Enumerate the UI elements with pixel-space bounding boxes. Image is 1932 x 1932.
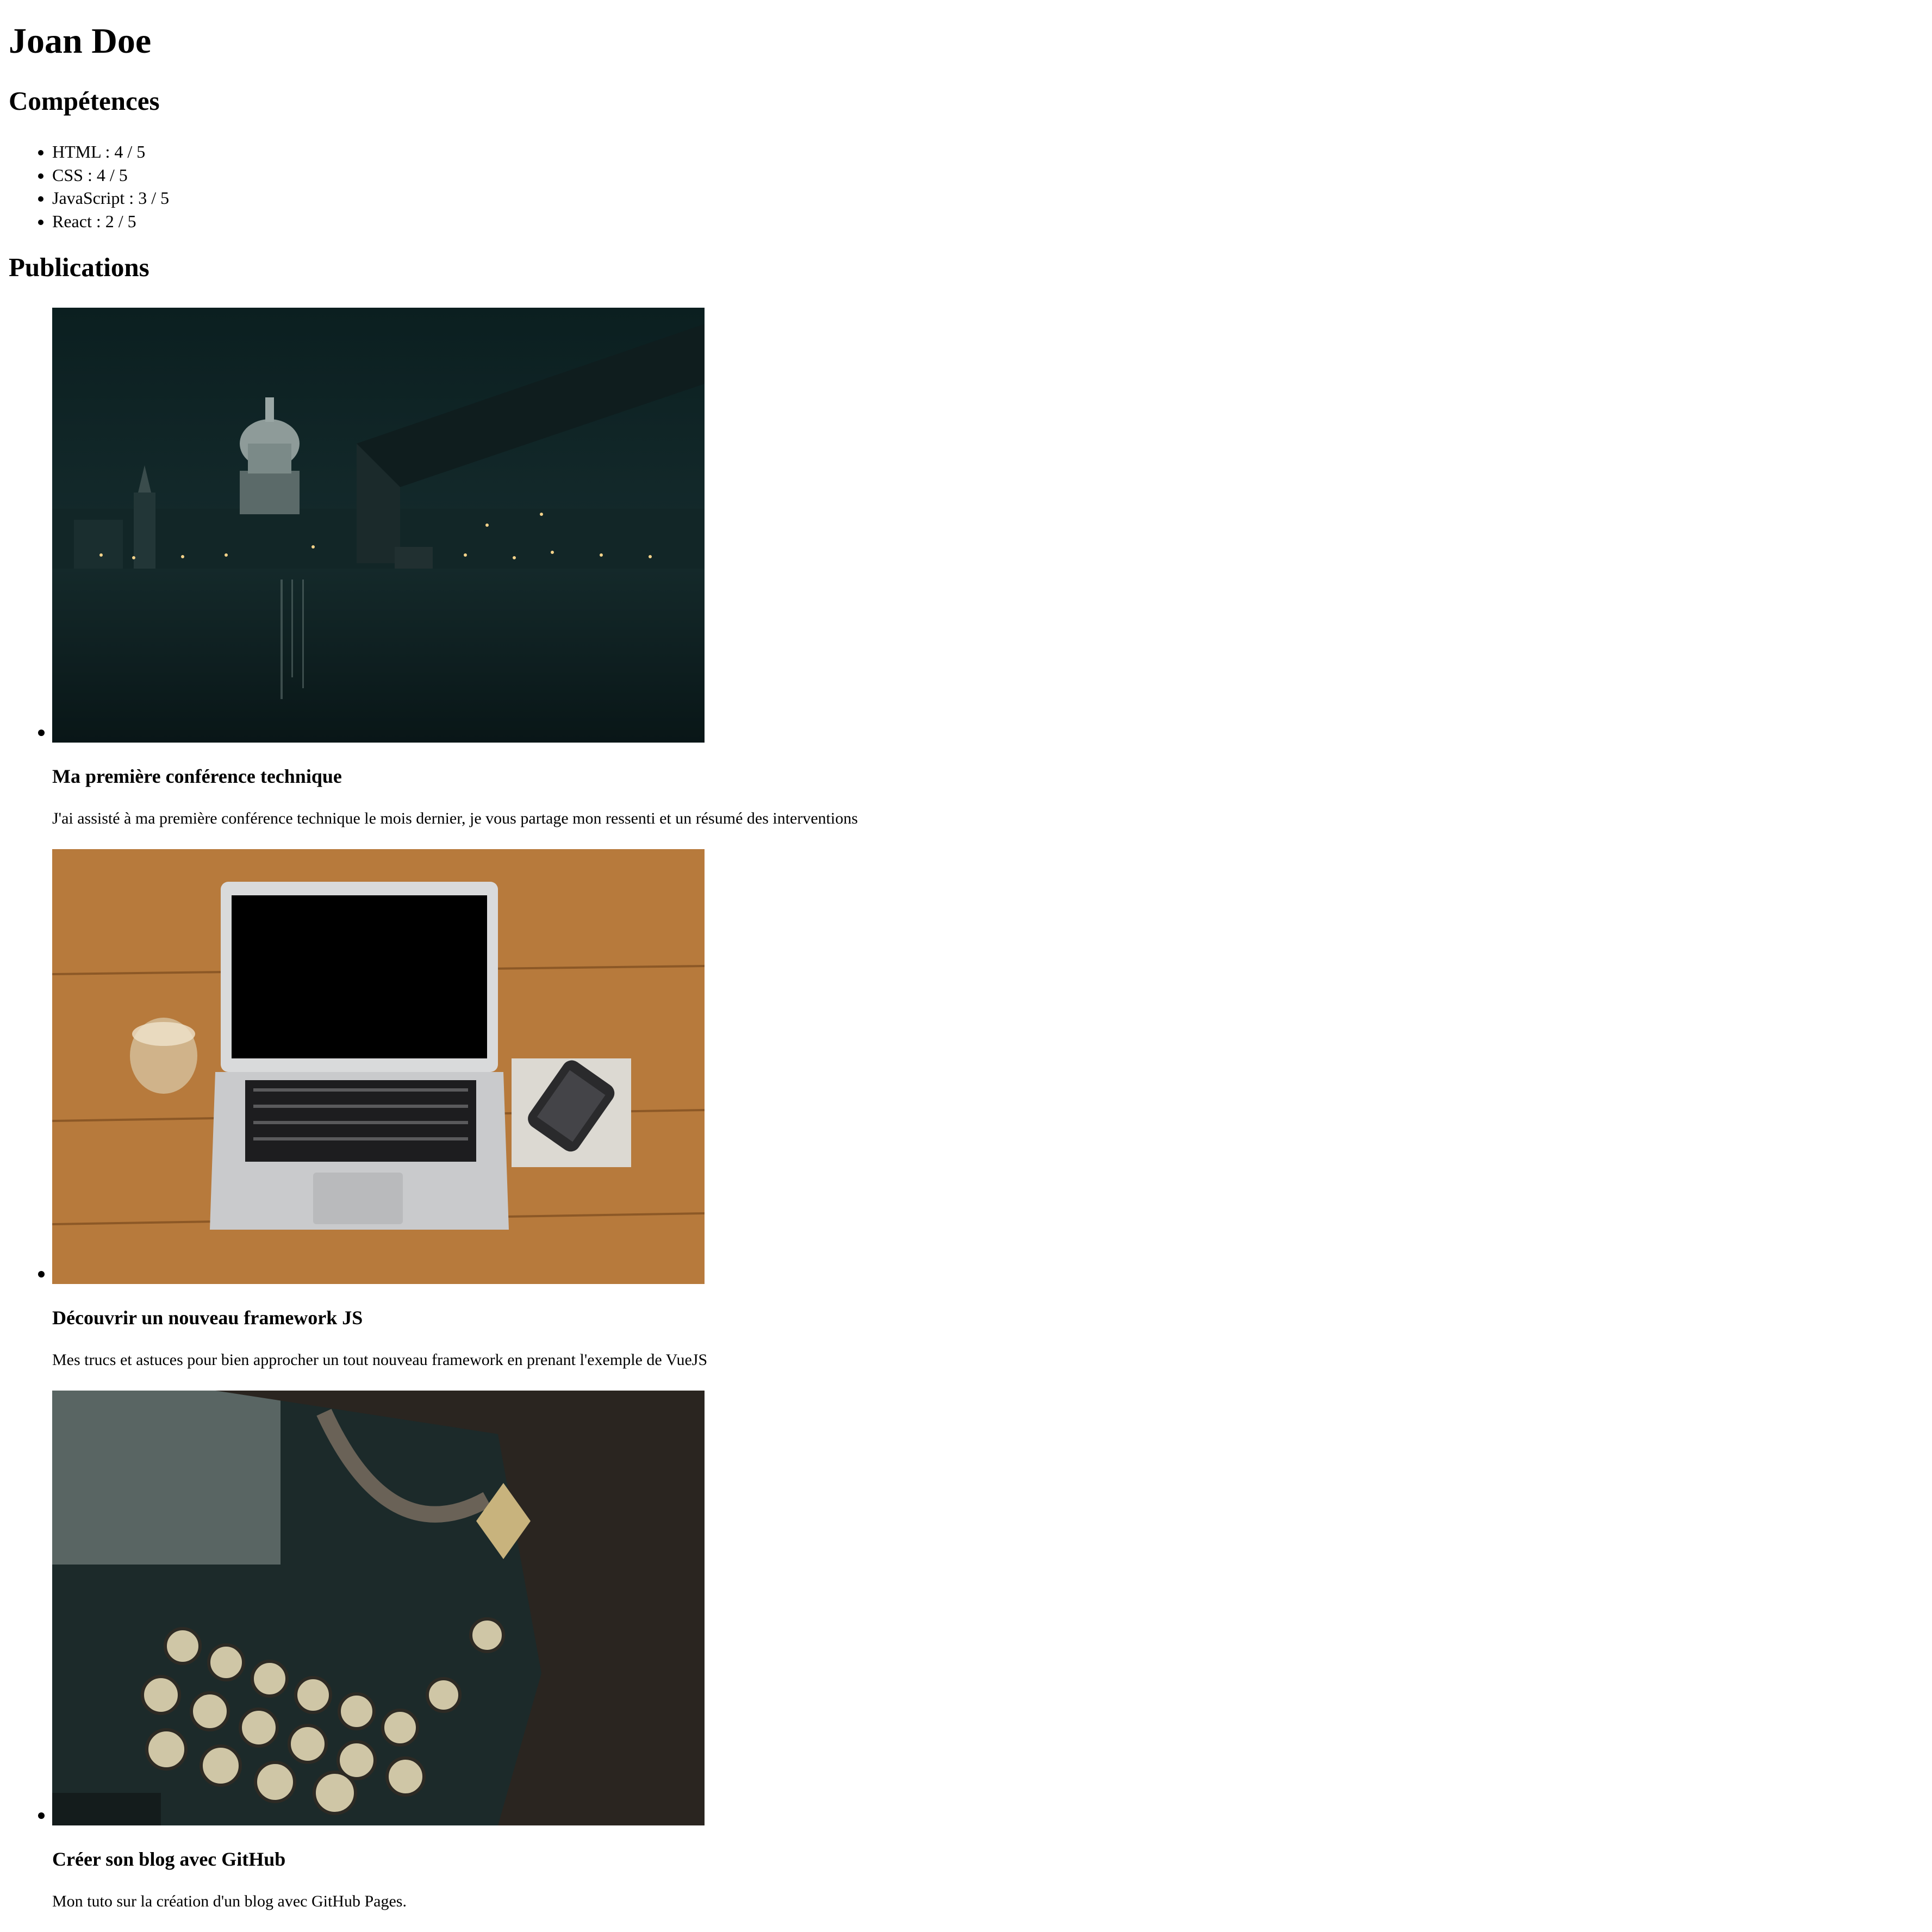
publication-item: Découvrir un nouveau framework JS Mes tr… — [38, 849, 1900, 1391]
skill-item-css: CSS : 4 / 5 — [52, 164, 169, 187]
skill-item-javascript: JavaScript : 3 / 5 — [52, 186, 169, 210]
publication-description: Mes trucs et astuces pour bien approcher… — [52, 1351, 708, 1369]
publication-item: Ma première conférence technique J'ai as… — [38, 308, 1900, 849]
publication-description: J'ai assisté à ma première conférence te… — [52, 809, 858, 827]
publication-image-laptop-desk — [52, 849, 705, 1284]
list-bullet — [38, 1271, 45, 1277]
skill-item-html: HTML : 4 / 5 — [52, 140, 169, 164]
skills-list: HTML : 4 / 5 CSS : 4 / 5 JavaScript : 3 … — [9, 140, 169, 233]
publication-title: Découvrir un nouveau framework JS — [52, 1307, 363, 1329]
list-bullet — [38, 730, 45, 736]
publication-title: Créer son blog avec GitHub — [52, 1848, 286, 1870]
page-title: Joan Doe — [9, 21, 152, 61]
skills-heading: Compétences — [9, 86, 160, 116]
publication-title: Ma première conférence technique — [52, 765, 342, 787]
list-bullet — [38, 1812, 45, 1819]
publications-heading: Publications — [9, 252, 149, 282]
publication-description: Mon tuto sur la création d'un blog avec … — [52, 1892, 407, 1910]
publication-item: Créer son blog avec GitHub Mon tuto sur … — [38, 1391, 1900, 1932]
skill-item-react: React : 2 / 5 — [52, 210, 169, 233]
publications-list: Ma première conférence technique J'ai as… — [9, 308, 1900, 1932]
publication-image-city-night — [52, 308, 705, 743]
publication-image-typewriter — [52, 1391, 705, 1825]
